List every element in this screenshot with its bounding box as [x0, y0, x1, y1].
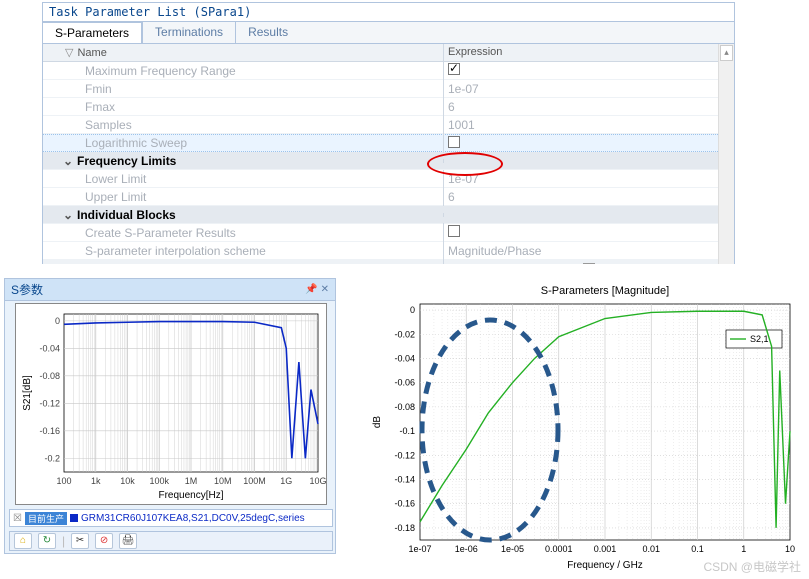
svg-text:-0.02: -0.02: [394, 329, 415, 339]
row-specials[interactable]: Specials ...: [43, 260, 734, 264]
scroll-up-icon[interactable]: ▴: [720, 45, 733, 61]
cut-button[interactable]: ✂: [71, 533, 89, 549]
cell-name: Maximum Frequency Range: [43, 62, 443, 80]
svg-text:S21[dB]: S21[dB]: [22, 375, 33, 411]
checkbox-max-freq[interactable]: [448, 63, 460, 75]
chevron-down-icon: ⌄: [63, 154, 73, 168]
sparam-title: S参数: [11, 281, 43, 298]
tab-results[interactable]: Results: [235, 22, 300, 43]
svg-text:-0.04: -0.04: [39, 343, 60, 353]
tab-sparameters[interactable]: S-Parameters: [43, 22, 142, 43]
row-log-sweep[interactable]: Logarithmic Sweep: [43, 134, 734, 152]
svg-text:10G: 10G: [309, 476, 326, 486]
big-chart[interactable]: S-Parameters [Magnitude] 1e-07 1e-06 1e-05 0…: [362, 282, 800, 572]
svg-text:-0.12: -0.12: [394, 450, 415, 460]
row-fmin[interactable]: Fmin 1e-07: [43, 80, 734, 98]
svg-text:0: 0: [55, 316, 60, 326]
svg-text:100: 100: [56, 476, 71, 486]
row-interp-scheme[interactable]: S-parameter interpolation scheme Magnitu…: [43, 242, 734, 260]
svg-text:1e-07: 1e-07: [408, 544, 431, 554]
legend-text: GRM31CR60J107KEA8,S21,DC0V,25degC,series: [81, 513, 305, 524]
svg-text:-0.06: -0.06: [394, 378, 415, 388]
sparam-panel: S参数 📌 ✕ 100 1k 10k 100k 1M 10M 100M 1G 10G 0 -0.04…: [4, 278, 336, 554]
svg-text:-0.16: -0.16: [39, 426, 60, 436]
svg-text:0.0001: 0.0001: [545, 544, 573, 554]
row-create-spar[interactable]: Create S-Parameter Results: [43, 224, 734, 242]
svg-text:Frequency / GHz: Frequency / GHz: [567, 560, 643, 571]
row-fmax[interactable]: Fmax 6: [43, 98, 734, 116]
svg-text:1: 1: [741, 544, 746, 554]
svg-text:-0.08: -0.08: [39, 371, 60, 381]
svg-text:-0.08: -0.08: [394, 402, 415, 412]
group-frequency-limits[interactable]: ⌄Frequency Limits: [43, 152, 734, 170]
checkbox-log-sweep[interactable]: [448, 136, 460, 148]
svg-text:1k: 1k: [91, 476, 101, 486]
row-lower-limit[interactable]: Lower Limit 1e-07: [43, 170, 734, 188]
cell-value[interactable]: 1e-07: [443, 80, 734, 98]
pin-close-controls[interactable]: 📌 ✕: [305, 284, 329, 295]
legend-color-icon: [70, 514, 78, 522]
sparam-toolbar: ⌂ ↻ | ✂ ⊘ 🖨: [9, 531, 333, 551]
tab-strip: S-Parameters Terminations Results: [43, 22, 734, 44]
svg-text:-0.18: -0.18: [394, 523, 415, 533]
svg-text:1e-06: 1e-06: [455, 544, 478, 554]
refresh-button[interactable]: ↻: [38, 533, 56, 549]
svg-text:0.01: 0.01: [642, 544, 660, 554]
svg-text:0.001: 0.001: [594, 544, 617, 554]
svg-text:S-Parameters [Magnitude]: S-Parameters [Magnitude]: [541, 285, 669, 297]
delete-button[interactable]: ⊘: [95, 533, 113, 549]
svg-text:10k: 10k: [120, 476, 135, 486]
parameter-grid: ▴ ▽ Name Expression Maximum Frequency Ran…: [43, 44, 734, 264]
print-button[interactable]: 🖨: [119, 533, 137, 549]
svg-text:-0.04: -0.04: [394, 353, 415, 363]
svg-text:10M: 10M: [214, 476, 232, 486]
svg-text:-0.14: -0.14: [394, 474, 415, 484]
sparam-title-bar: S参数 📌 ✕: [5, 279, 335, 301]
watermark: CSDN @电磁学社: [703, 558, 801, 575]
svg-text:-0.12: -0.12: [39, 398, 60, 408]
expr-header: Expression: [443, 44, 734, 61]
svg-text:Frequency[Hz]: Frequency[Hz]: [158, 490, 223, 501]
svg-text:1M: 1M: [185, 476, 198, 486]
name-header: Name: [77, 47, 106, 59]
small-chart[interactable]: 100 1k 10k 100k 1M 10M 100M 1G 10G 0 -0.04 -0.08 -0.…: [15, 303, 327, 505]
svg-text:1e-05: 1e-05: [501, 544, 524, 554]
vertical-scrollbar[interactable]: ▴: [718, 44, 734, 264]
legend-bar[interactable]: ☒ 目前生产 GRM31CR60J107KEA8,S21,DC0V,25degC…: [9, 509, 333, 527]
legend-prefix: 目前生产: [25, 512, 67, 525]
svg-text:-0.16: -0.16: [394, 499, 415, 509]
tab-terminations[interactable]: Terminations: [142, 22, 235, 43]
svg-text:1G: 1G: [280, 476, 292, 486]
grid-header: ▽ Name Expression: [43, 44, 734, 62]
svg-text:S2,1: S2,1: [750, 334, 769, 344]
home-button[interactable]: ⌂: [14, 533, 32, 549]
row-max-freq[interactable]: Maximum Frequency Range: [43, 62, 734, 80]
svg-text:10: 10: [785, 544, 795, 554]
checkbox-create-spar[interactable]: [448, 225, 460, 237]
row-samples[interactable]: Samples 1001: [43, 116, 734, 134]
filter-icon[interactable]: ▽: [65, 46, 73, 59]
task-parameter-panel: Task Parameter List (SPara1) S-Parameter…: [42, 2, 735, 264]
panel-title: Task Parameter List (SPara1): [43, 3, 734, 22]
svg-text:100k: 100k: [149, 476, 169, 486]
annotation-circle: [427, 152, 503, 176]
chevron-down-icon: ⌄: [63, 208, 73, 222]
specials-button[interactable]: ...: [583, 263, 594, 265]
svg-text:-0.1: -0.1: [399, 426, 415, 436]
row-upper-limit[interactable]: Upper Limit 6: [43, 188, 734, 206]
svg-text:-0.2: -0.2: [44, 453, 60, 463]
svg-text:dB: dB: [372, 416, 383, 429]
svg-text:0: 0: [410, 305, 415, 315]
svg-text:100M: 100M: [243, 476, 266, 486]
group-individual-blocks[interactable]: ⌄Individual Blocks: [43, 206, 734, 224]
svg-text:0.1: 0.1: [691, 544, 704, 554]
